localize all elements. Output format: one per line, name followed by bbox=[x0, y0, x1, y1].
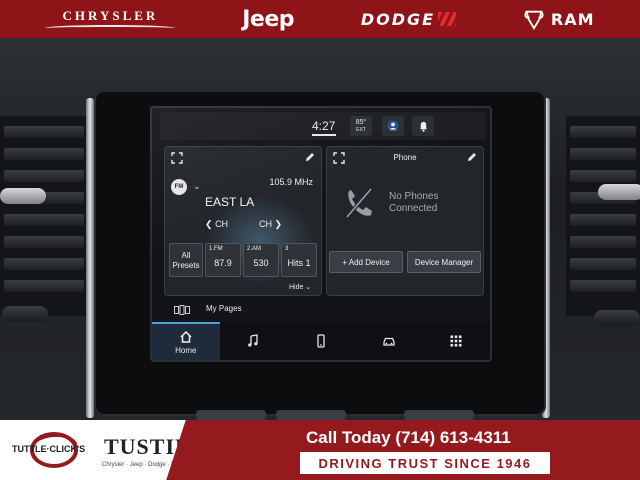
home-icon bbox=[180, 330, 192, 343]
music-note-icon bbox=[248, 334, 259, 347]
left-air-vent bbox=[0, 116, 88, 316]
chevron-right-icon: ❯ bbox=[274, 219, 283, 229]
right-vent-knob[interactable] bbox=[598, 184, 640, 200]
pencil-icon[interactable] bbox=[305, 152, 315, 162]
dealer-logo-area: TUTTLE·CLICK'S TUSTIN Chrysler · Jeep · … bbox=[0, 420, 196, 480]
left-vent-knob[interactable] bbox=[0, 188, 46, 204]
chrysler-logo: CHRYSLER bbox=[45, 7, 176, 31]
seek-prev-label: CH bbox=[215, 219, 229, 229]
phone-title: Phone bbox=[393, 153, 417, 162]
radio-widget[interactable]: FM ⌄ 105.9 MHz EAST LA ❮ CH CH ❯ All Pre… bbox=[164, 146, 322, 296]
dodge-logo: DODGE bbox=[360, 9, 457, 29]
clock: 4:27 bbox=[312, 119, 336, 133]
phone-status-line2: Connected bbox=[389, 203, 438, 214]
preset-2[interactable]: 2.AM 530 bbox=[243, 243, 279, 277]
phone-widget[interactable]: Phone No Phones Connected + Add Device D… bbox=[326, 146, 484, 296]
status-bar: 4:27 85° EXT bbox=[160, 112, 486, 140]
jeep-logo: Jeep bbox=[242, 6, 295, 32]
nav-home[interactable]: Home bbox=[152, 322, 220, 360]
nav-media[interactable] bbox=[220, 322, 288, 360]
call-today[interactable]: Call Today (714) 613-4311 bbox=[306, 428, 511, 448]
left-vent-lever[interactable] bbox=[2, 306, 48, 322]
temp-label: EXT bbox=[356, 127, 366, 133]
slogan-box: DRIVING TRUST SINCE 1946 bbox=[300, 452, 550, 474]
seek-prev-button[interactable]: ❮ CH bbox=[205, 219, 228, 230]
preset-2-number: 2.AM bbox=[247, 246, 262, 252]
ram-logo: RAM bbox=[523, 8, 595, 30]
preset-1[interactable]: 1.FM 87.9 bbox=[205, 243, 241, 277]
dodge-stripes-icon bbox=[438, 12, 457, 26]
hide-presets-button[interactable]: Hide ⌄ bbox=[289, 283, 311, 291]
right-air-vent bbox=[566, 116, 640, 316]
preset-1-number: 1.FM bbox=[209, 246, 223, 252]
bottom-control-center[interactable] bbox=[276, 410, 346, 420]
phone-disconnected-icon bbox=[345, 187, 373, 219]
car-icon bbox=[382, 337, 395, 346]
ram-head-icon bbox=[524, 10, 544, 30]
pencil-icon[interactable] bbox=[467, 152, 477, 162]
temp-value: 85° bbox=[355, 119, 367, 126]
my-pages-label: My Pages bbox=[206, 304, 242, 313]
expand-icon[interactable] bbox=[171, 152, 183, 164]
device-manager-button[interactable]: Device Manager bbox=[407, 251, 481, 273]
bell-icon bbox=[419, 121, 427, 132]
phone-status-line1: No Phones bbox=[389, 191, 439, 202]
left-chrome-trim bbox=[86, 98, 94, 418]
all-presets-button[interactable]: All Presets bbox=[169, 243, 203, 277]
bottom-control-right[interactable] bbox=[404, 410, 474, 420]
chevron-left-icon: ❮ bbox=[205, 219, 213, 229]
station-name: EAST LA bbox=[205, 195, 255, 209]
profile-icon bbox=[387, 120, 399, 132]
preset-3-number: 3 bbox=[285, 246, 289, 252]
apps-grid-icon bbox=[450, 335, 462, 347]
hide-label: Hide bbox=[289, 284, 304, 291]
preset-3[interactable]: 3 Hits 1 bbox=[281, 243, 317, 277]
dodge-wordmark: DODGE bbox=[360, 9, 436, 29]
preset-2-value: 530 bbox=[253, 258, 269, 268]
preset-3-value: Hits 1 bbox=[287, 258, 311, 268]
smartphone-icon bbox=[317, 334, 325, 348]
clock-underline bbox=[312, 134, 336, 136]
infotainment-screen: 4:27 85° EXT FM ⌄ 105.9 MHz EAST LA ❮ CH… bbox=[150, 106, 492, 362]
seek-next-button[interactable]: CH ❯ bbox=[259, 219, 282, 230]
pages-icon bbox=[174, 305, 190, 315]
outside-temp[interactable]: 85° EXT bbox=[350, 116, 372, 136]
nav-vehicle[interactable] bbox=[355, 322, 423, 360]
slogan: DRIVING TRUST SINCE 1946 bbox=[318, 455, 532, 471]
driver-profile-button[interactable] bbox=[382, 116, 404, 136]
bottom-control-left[interactable] bbox=[196, 410, 266, 420]
nav-phone[interactable] bbox=[287, 322, 355, 360]
preset-1-value: 87.9 bbox=[214, 258, 232, 268]
chevron-down-small-icon: ⌄ bbox=[305, 284, 312, 291]
nav-home-label: Home bbox=[175, 345, 197, 355]
frequency: 105.9 MHz bbox=[269, 177, 313, 187]
dealer-footer: TUTTLE·CLICK'S TUSTIN Chrysler · Jeep · … bbox=[0, 420, 640, 480]
tuttle-click-wordmark: TUTTLE·CLICK'S bbox=[12, 444, 86, 454]
brand-banner: CHRYSLER Jeep DODGE RAM bbox=[0, 0, 640, 38]
seek-next-label: CH bbox=[259, 219, 272, 229]
add-device-button[interactable]: + Add Device bbox=[329, 251, 403, 273]
bottom-nav: Home bbox=[152, 322, 490, 360]
chrysler-wordmark: CHRYSLER bbox=[62, 7, 159, 23]
nav-apps[interactable] bbox=[422, 322, 490, 360]
notifications-button[interactable] bbox=[412, 116, 434, 136]
chevron-down-icon[interactable]: ⌄ bbox=[193, 181, 201, 192]
ram-wordmark: RAM bbox=[550, 9, 595, 29]
right-vent-lever[interactable] bbox=[594, 310, 640, 326]
band-badge[interactable]: FM bbox=[171, 179, 187, 195]
my-pages-row[interactable]: My Pages bbox=[164, 302, 484, 318]
phone-status: No Phones Connected bbox=[389, 191, 438, 215]
chrysler-wing-icon bbox=[45, 24, 176, 31]
